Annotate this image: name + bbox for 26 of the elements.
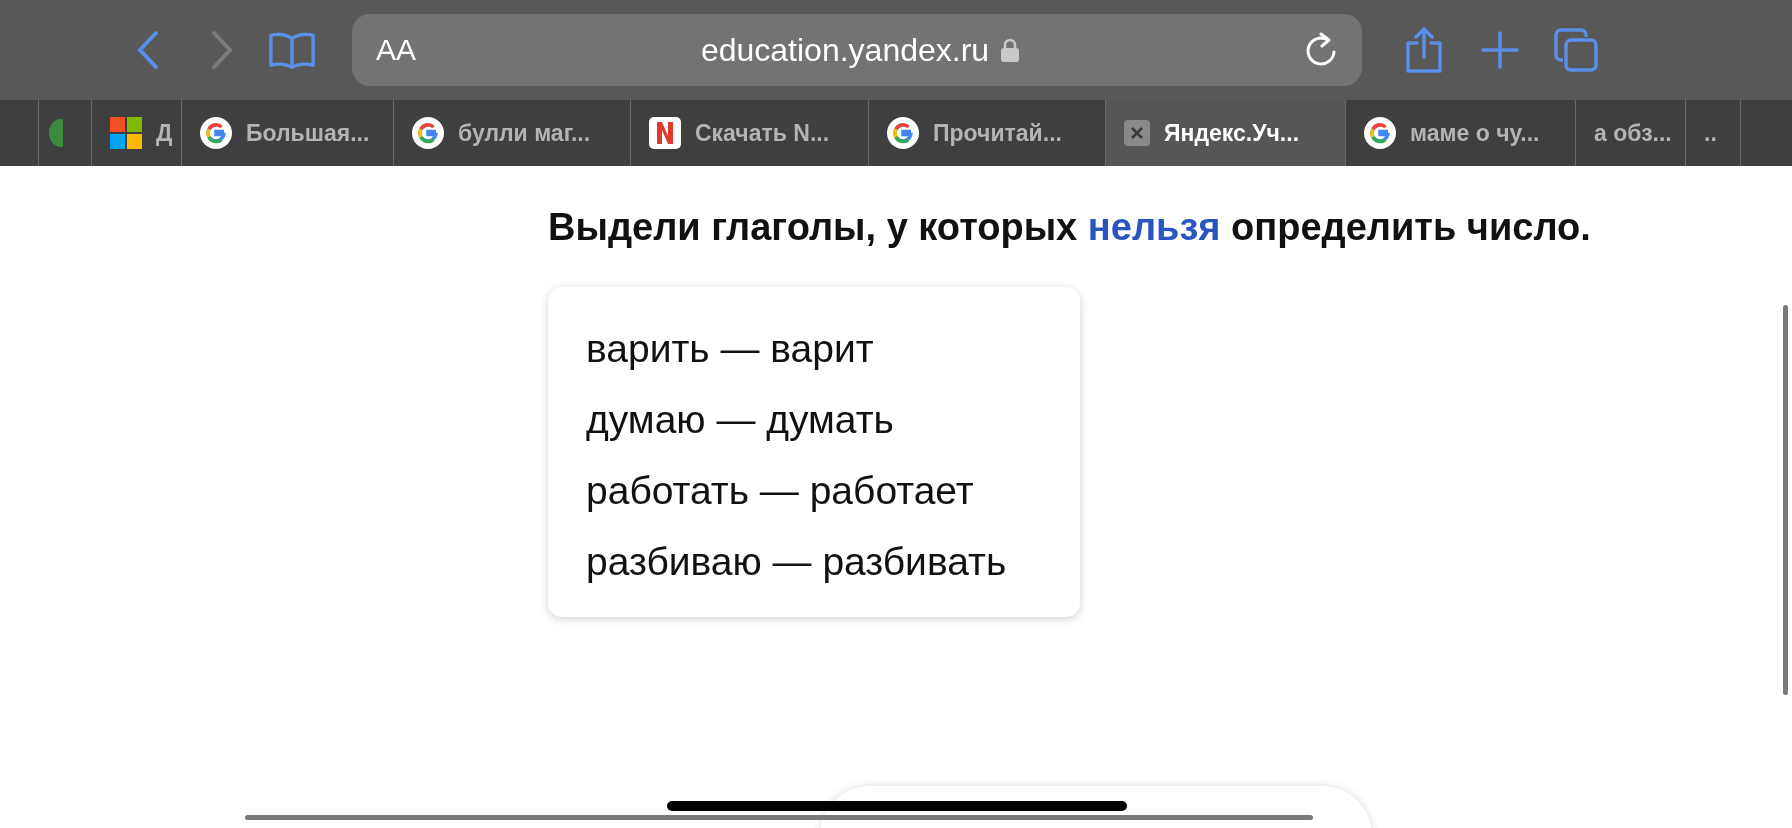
answer-option[interactable]: варить — варит [586, 323, 874, 374]
url-text: education.yandex.ru [700, 31, 990, 69]
leaf-icon [49, 118, 63, 148]
share-icon [1404, 27, 1444, 73]
address-bar[interactable]: AA education.yandex.ru [352, 14, 1362, 86]
browser-tab[interactable]: Яндекс.Уч... [1105, 100, 1345, 166]
book-icon [268, 30, 316, 70]
squares-icon [110, 117, 142, 149]
google-icon [412, 117, 444, 149]
lock-icon [1001, 38, 1020, 62]
answer-option[interactable]: думаю — думать [586, 394, 894, 445]
text-size-button[interactable]: AA [376, 33, 417, 67]
answer-option[interactable]: разбиваю — разбивать [586, 536, 1007, 587]
google-icon [887, 117, 919, 149]
close-icon[interactable] [1124, 120, 1150, 146]
reload-icon[interactable] [1304, 32, 1338, 68]
n-letter-icon [649, 117, 681, 149]
google-icon [200, 117, 232, 149]
chevron-left-icon [136, 30, 160, 70]
tabs-button[interactable] [1552, 26, 1600, 74]
task-prompt: Выдели глаголы, у которых нельзя определить число. [548, 206, 1592, 249]
google-icon [1364, 117, 1396, 149]
overlapping-squares-icon [1553, 27, 1599, 73]
answer-option[interactable]: работать — работает [586, 465, 974, 516]
chevron-right-icon [210, 30, 234, 70]
plus-icon [1481, 31, 1519, 69]
